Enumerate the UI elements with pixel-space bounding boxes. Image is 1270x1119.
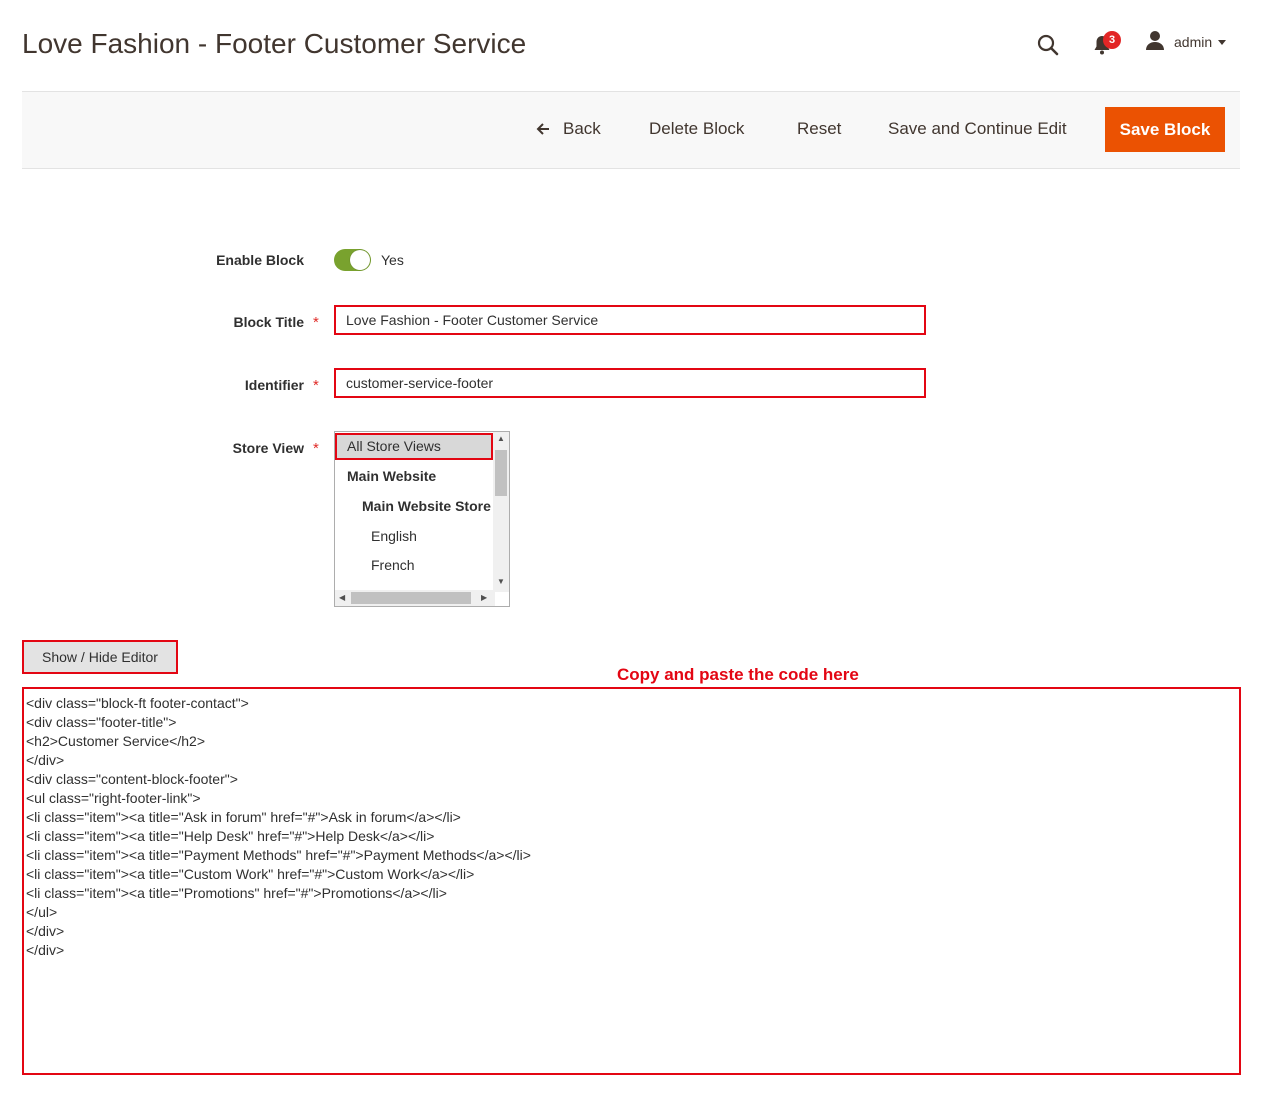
search-icon[interactable] xyxy=(1036,33,1060,57)
horizontal-scroll-thumb[interactable] xyxy=(351,592,471,604)
enable-block-value: Yes xyxy=(381,252,404,268)
save-and-continue-button[interactable]: Save and Continue Edit xyxy=(888,119,1067,139)
instruction-annotation: Copy and paste the code here xyxy=(617,665,859,684)
chevron-down-icon xyxy=(1218,39,1227,45)
scroll-left-arrow-icon[interactable]: ◀ xyxy=(339,593,345,602)
identifier-input[interactable] xyxy=(334,368,926,398)
vertical-scroll-thumb[interactable] xyxy=(495,450,507,496)
delete-block-button[interactable]: Delete Block xyxy=(649,119,744,139)
user-name: admin xyxy=(1174,34,1213,50)
content-code-editor[interactable]: <div class="block-ft footer-contact"> <d… xyxy=(22,687,1241,1075)
horizontal-scrollbar[interactable]: ◀ ▶ xyxy=(335,590,495,606)
scroll-down-arrow-icon[interactable]: ▼ xyxy=(497,577,505,586)
store-view-label: Store View xyxy=(232,440,304,456)
save-block-button[interactable]: Save Block xyxy=(1105,107,1225,152)
enable-block-label: Enable Block xyxy=(216,252,304,268)
block-title-input[interactable] xyxy=(334,305,926,335)
vertical-scrollbar[interactable]: ▲ ▼ xyxy=(493,432,509,592)
required-asterisk: * xyxy=(313,440,319,457)
scroll-up-arrow-icon[interactable]: ▲ xyxy=(497,434,505,443)
reset-button[interactable]: Reset xyxy=(797,119,841,139)
required-asterisk: * xyxy=(313,377,319,394)
back-button[interactable]: Back xyxy=(563,119,601,139)
enable-block-toggle[interactable] xyxy=(334,249,371,271)
identifier-label: Identifier xyxy=(244,377,304,393)
user-menu[interactable]: admin xyxy=(1144,29,1227,56)
block-title-label: Block Title xyxy=(233,314,304,330)
page-title: Love Fashion - Footer Customer Service xyxy=(22,28,527,59)
user-icon xyxy=(1144,29,1166,56)
store-option-all-store-views[interactable]: All Store Views xyxy=(335,433,493,460)
store-option-french[interactable]: French xyxy=(371,557,415,573)
scroll-right-arrow-icon[interactable]: ▶ xyxy=(481,593,487,602)
show-hide-editor-button[interactable]: Show / Hide Editor xyxy=(22,640,178,674)
store-option-main-website[interactable]: Main Website xyxy=(347,468,436,484)
store-option-english[interactable]: English xyxy=(371,528,417,544)
toggle-knob xyxy=(350,250,370,270)
store-option-main-website-store[interactable]: Main Website Store xyxy=(362,498,491,514)
back-arrow-icon[interactable] xyxy=(534,120,552,138)
store-view-multiselect[interactable]: All Store Views Main Website Main Websit… xyxy=(334,431,510,607)
notification-count-badge: 3 xyxy=(1103,31,1121,49)
required-asterisk: * xyxy=(313,314,319,331)
